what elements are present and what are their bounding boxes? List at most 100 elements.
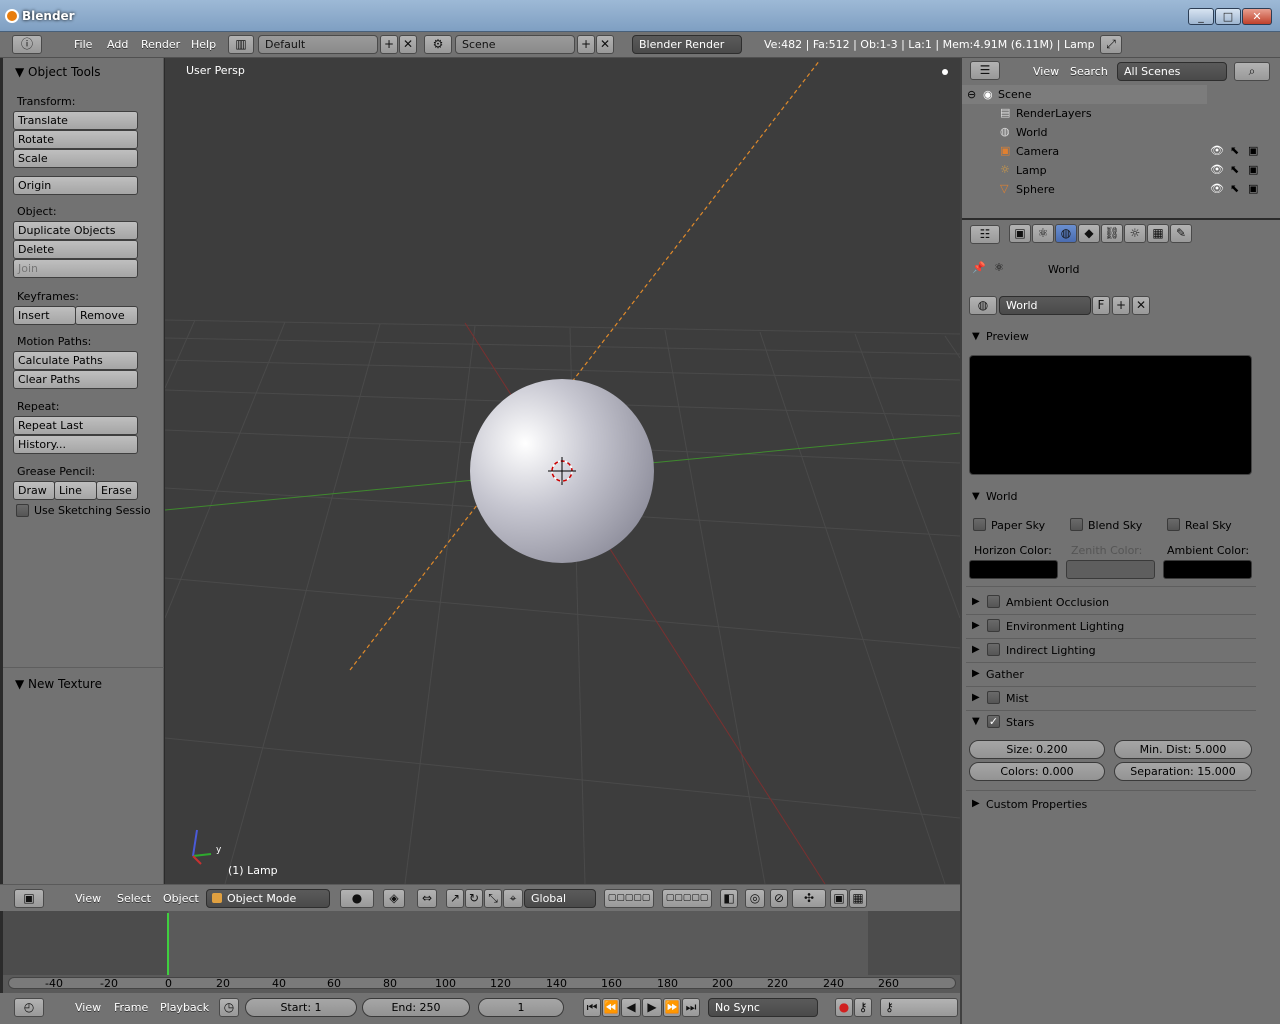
origin-button[interactable]: Origin [13,176,138,195]
gather-expand-icon[interactable]: ▶ [972,668,980,679]
world-tab-icon[interactable]: ◍ [1055,224,1077,243]
calculate-paths-button[interactable]: Calculate Paths [13,351,138,370]
new-world-icon[interactable]: + [1112,296,1130,315]
indirect-expand-icon[interactable]: ▶ [972,644,980,655]
physics-tab-icon[interactable]: ✎ [1170,224,1192,243]
ao-header[interactable]: Ambient Occlusion [1006,596,1109,609]
env-checkbox[interactable] [987,619,1000,632]
maximize-button[interactable]: □ [1215,8,1241,25]
preview-expand-icon[interactable]: ▼ [972,331,980,342]
remove-keyframe-button[interactable]: Remove [75,306,138,325]
jump-end-icon[interactable]: ⏭ [682,998,700,1017]
object-tab-icon[interactable]: ◆ [1078,224,1100,243]
end-frame-field[interactable]: End: 250 [362,998,470,1017]
insert-keyframe-button[interactable]: Insert [13,306,76,325]
render-engine-select[interactable]: Blender Render [632,35,742,54]
delete-button[interactable]: Delete [13,240,138,259]
scale-manip-icon[interactable]: ⤡ [484,889,502,908]
sphere-select-icon[interactable]: ⬉ [1230,182,1239,195]
orientation-select[interactable]: Global [524,889,596,908]
lamp-label[interactable]: Lamp [1016,164,1047,177]
ao-expand-icon[interactable]: ▶ [972,596,980,607]
mist-checkbox[interactable] [987,691,1000,704]
translate-manip-icon[interactable]: ↗ [446,889,464,908]
erase-button[interactable]: Erase [96,481,138,500]
keying-set-icon[interactable]: ⚷ [880,998,958,1017]
editor-type-outliner-icon[interactable]: ☰ [970,61,1000,80]
prev-key-icon[interactable]: ⏪ [602,998,620,1017]
camera-render-icon[interactable]: ▣ [1248,144,1258,157]
next-key-icon[interactable]: ⏩ [663,998,681,1017]
custom-props-header[interactable]: Custom Properties [986,798,1087,811]
env-expand-icon[interactable]: ▶ [972,620,980,631]
sphere-label[interactable]: Sphere [1016,183,1055,196]
snap-element-icon[interactable]: ✣ [792,889,826,908]
camera-label[interactable]: Camera [1016,145,1059,158]
editor-type-timeline-icon[interactable]: ◴ [14,998,44,1017]
preview-header[interactable]: Preview [986,330,1029,343]
timeline-frame-menu[interactable]: Frame [114,1001,148,1014]
proportional-icon[interactable]: ◎ [745,889,765,908]
horizon-color-swatch[interactable] [969,560,1058,579]
timeline-view-menu[interactable]: View [75,1001,101,1014]
shading-icon[interactable]: ● [340,889,374,908]
join-button[interactable]: Join [13,259,138,278]
stars-separation-field[interactable]: Separation: 15.000 [1114,762,1252,781]
add-scene-icon[interactable]: + [577,35,595,54]
timeline-editor[interactable] [3,911,960,993]
use-sketching-checkbox[interactable] [16,504,29,517]
camera-select-icon[interactable]: ⬉ [1230,144,1239,157]
sphere-visibility-icon[interactable]: 👁 [1210,182,1224,195]
fullscreen-icon[interactable]: ⤢ [1100,35,1122,54]
unlink-world-icon[interactable]: ✕ [1132,296,1150,315]
camera-visibility-icon[interactable]: 👁 [1210,144,1224,157]
object-tools-header[interactable]: ▼ Object Tools [15,65,101,79]
outliner-view-menu[interactable]: View [1033,65,1059,78]
play-reverse-icon[interactable]: ◀ [621,998,641,1017]
gather-header[interactable]: Gather [986,668,1024,681]
duplicate-objects-button[interactable]: Duplicate Objects [13,221,138,240]
history-button[interactable]: History... [13,435,138,454]
lamp-select-icon[interactable]: ⬉ [1230,163,1239,176]
preview-range-icon[interactable]: ◷ [219,998,239,1017]
paper-sky-checkbox[interactable] [973,518,986,531]
menu-render[interactable]: Render [141,38,180,51]
select-menu[interactable]: Select [117,892,151,905]
remove-layout-icon[interactable]: ✕ [399,35,417,54]
editor-type-properties-icon[interactable]: ☷ [970,225,1000,244]
real-sky-checkbox[interactable] [1167,518,1180,531]
render-tab-icon[interactable]: ▣ [1009,224,1031,243]
pivot-icon[interactable]: ◈ [383,889,405,908]
indirect-header[interactable]: Indirect Lighting [1006,644,1096,657]
collapse-scene-icon[interactable]: ⊖ [967,88,976,101]
lamp-render-icon[interactable]: ▣ [1248,163,1258,176]
world-panel-header[interactable]: World [986,490,1018,503]
mode-select[interactable]: Object Mode [206,889,330,908]
scene-field[interactable]: Scene [455,35,575,54]
screen-layout-field[interactable]: Default [258,35,378,54]
play-icon[interactable]: ▶ [642,998,662,1017]
layers-2-icon[interactable]: ▢▢▢▢▢ [662,889,712,908]
stars-size-field[interactable]: Size: 0.200 [969,740,1105,759]
keying-icon[interactable]: ⚷ [854,998,872,1017]
rotate-button[interactable]: Rotate [13,130,138,149]
menu-help[interactable]: Help [191,38,216,51]
pin-icon[interactable]: 📌 [972,261,986,274]
menu-file[interactable]: File [74,38,92,51]
blend-sky-checkbox[interactable] [1070,518,1083,531]
sync-select[interactable]: No Sync [708,998,818,1017]
timeline-playback-menu[interactable]: Playback [160,1001,209,1014]
record-icon[interactable]: ● [835,998,853,1017]
start-frame-field[interactable]: Start: 1 [245,998,357,1017]
close-button[interactable]: ✕ [1242,8,1272,25]
manipulator-icon[interactable]: ⇔ [417,889,437,908]
scale-button[interactable]: Scale [13,149,138,168]
snap-manip-icon[interactable]: ⌖ [503,889,523,908]
3d-viewport[interactable]: User Persp (1) Lamp y [165,58,960,884]
ao-checkbox[interactable] [987,595,1000,608]
mist-header[interactable]: Mist [1006,692,1029,705]
constraints-tab-icon[interactable]: ⛓ [1101,224,1123,243]
layers-1-icon[interactable]: ▢▢▢▢▢ [604,889,654,908]
fake-user-button[interactable]: F [1092,296,1110,315]
render-anim-icon[interactable]: ▦ [849,889,867,908]
